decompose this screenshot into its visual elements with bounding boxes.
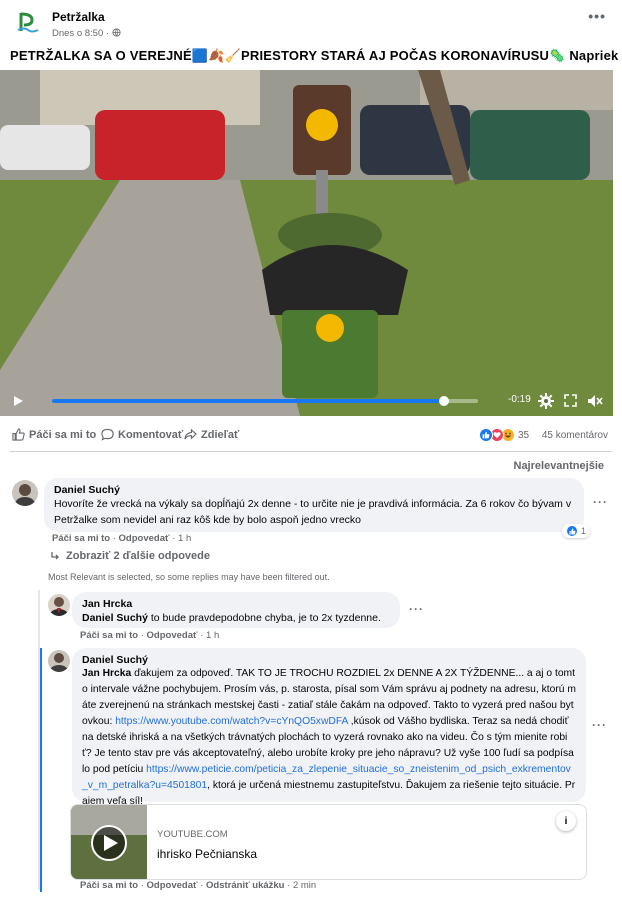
- comment-button[interactable]: Komentovať: [101, 428, 183, 441]
- share-arrow-icon: [184, 428, 197, 440]
- comment-bubble: Daniel Suchý Jan Hrcka ďakujem za odpove…: [72, 648, 586, 807]
- preview-thumbnail-image: [71, 805, 147, 879]
- avatar[interactable]: [12, 480, 38, 506]
- comment-text: Daniel Suchý to bude pravdepodobne chyba…: [82, 610, 390, 626]
- comment-age[interactable]: 2 min: [293, 880, 316, 891]
- share-label: Zdieľať: [201, 428, 240, 441]
- comment-body: to bude pravdepodobne chyba, je to 2x ty…: [147, 612, 381, 624]
- comment-options-icon[interactable]: ···: [409, 602, 424, 616]
- comment-reaction-badge[interactable]: 1: [562, 524, 591, 538]
- reaction-count[interactable]: 35: [518, 430, 529, 441]
- post-timestamp[interactable]: Dnes o 8:50 ·: [52, 28, 121, 39]
- view-more-replies-label: Zobraziť 2 ďalšie odpovede: [66, 550, 210, 562]
- comment-label: Komentovať: [118, 428, 184, 441]
- comment-age[interactable]: 1 h: [178, 533, 191, 544]
- filter-note: Most Relevant is selected, so some repli…: [48, 572, 330, 582]
- avatar-photo: [50, 653, 68, 672]
- video-progress-fill: [52, 399, 444, 403]
- page-logo-icon[interactable]: [14, 8, 42, 36]
- comment-options-icon[interactable]: ···: [592, 718, 607, 732]
- share-button[interactable]: Zdieľať: [184, 428, 239, 441]
- video-time-remaining: -0:19: [508, 394, 531, 405]
- play-icon[interactable]: [12, 395, 24, 407]
- video-frame: [0, 70, 613, 416]
- remove-preview-link[interactable]: Odstrániť ukážku: [206, 880, 284, 891]
- comment-mention[interactable]: Daniel Suchý: [82, 612, 148, 624]
- video-player[interactable]: -0:19: [0, 70, 613, 416]
- avatar[interactable]: [48, 594, 70, 616]
- comment-meta: Páči sa mi to · Odpovedať · Odstrániť uk…: [80, 880, 317, 891]
- video-progress-handle[interactable]: [438, 396, 449, 406]
- post-title: PETRŽALKA SA O VEREJNÉ🟦🍂🧹PRIESTORY STARÁ…: [10, 48, 622, 63]
- comment-meta: Páči sa mi to · Odpovedať · 1 h: [80, 630, 220, 641]
- fullscreen-icon[interactable]: [564, 394, 577, 407]
- preview-title[interactable]: ihrisko Pečnianska: [157, 847, 257, 861]
- comment-mention[interactable]: Jan Hrcka: [82, 668, 131, 679]
- globe-icon: [112, 28, 121, 37]
- comment-author[interactable]: Jan Hrcka: [82, 598, 390, 610]
- avatar[interactable]: [48, 650, 70, 672]
- volume-muted-icon[interactable]: [587, 394, 603, 408]
- video-controls: -0:19: [0, 386, 613, 416]
- preview-source: YOUTUBE.COM: [157, 829, 228, 840]
- preview-thumbnail: [71, 805, 147, 879]
- comment-reply-link[interactable]: Odpovedať: [147, 880, 198, 891]
- focus-indicator: [40, 648, 42, 892]
- thumbs-up-icon: [12, 428, 25, 441]
- video-progress-bar[interactable]: [52, 396, 478, 406]
- comment-like-link[interactable]: Páči sa mi to: [80, 880, 138, 891]
- view-more-replies[interactable]: Zobraziť 2 ďalšie odpovede: [50, 550, 210, 562]
- comment-meta: Páči sa mi to · Odpovedať · 1 h: [52, 533, 192, 544]
- comment-options-icon[interactable]: ···: [593, 495, 608, 509]
- like-label: Páči sa mi to: [29, 428, 97, 441]
- like-reaction-icon: [479, 428, 493, 442]
- comment-age[interactable]: 1 h: [206, 630, 219, 641]
- link-preview-card[interactable]: YOUTUBE.COM ihrisko Pečnianska i: [70, 804, 587, 880]
- comment-bubble: Jan Hrcka Daniel Suchý to bude pravdepod…: [72, 592, 400, 628]
- facebook-post: Petržalka Dnes o 8:50 · ••• PETRŽALKA SA…: [0, 0, 622, 903]
- post-actions: Páči sa mi to Komentovať Zdieľať 35 45 k…: [0, 424, 622, 446]
- reaction-summary[interactable]: 35: [479, 428, 529, 442]
- comment-author[interactable]: Daniel Suchý: [54, 484, 574, 496]
- comment-sort-dropdown[interactable]: Najrelevantnejšie: [514, 460, 605, 472]
- comment-like-count: 1: [581, 526, 587, 536]
- like-button[interactable]: Páči sa mi to: [12, 428, 96, 441]
- comment-text: Jan Hrcka ďakujem za odpoveď. TAK TO JE …: [82, 666, 576, 810]
- comment-like-link[interactable]: Páči sa mi to: [80, 630, 138, 641]
- privacy-separator: ·: [105, 28, 110, 39]
- comment-author[interactable]: Daniel Suchý: [82, 654, 576, 666]
- info-icon[interactable]: i: [556, 811, 576, 831]
- youtube-link[interactable]: https://www.youtube.com/watch?v=cYnQO5xw…: [115, 716, 348, 727]
- comment-bubble: Daniel Suchý Hovoríte že vrecká na výkal…: [44, 478, 584, 532]
- comment-text: Hovoríte že vrecká na výkaly sa dopĺňajú…: [54, 498, 572, 526]
- reply-arrow-icon: [51, 552, 59, 560]
- post-header: Petržalka Dnes o 8:50 · •••: [0, 0, 622, 44]
- like-reaction-icon: [566, 525, 578, 537]
- comment-count[interactable]: 45 komentárov: [542, 430, 608, 441]
- post-time[interactable]: Dnes o 8:50: [52, 28, 103, 39]
- avatar-photo: [50, 597, 68, 616]
- comment-reply-link[interactable]: Odpovedať: [119, 533, 170, 544]
- comment-bubble-icon: [101, 428, 114, 441]
- divider: [10, 451, 612, 452]
- comment-reply-link[interactable]: Odpovedať: [147, 630, 198, 641]
- avatar-photo: [15, 484, 35, 506]
- comment-like-link[interactable]: Páči sa mi to: [52, 533, 110, 544]
- page-name[interactable]: Petržalka: [52, 10, 105, 24]
- settings-gear-icon[interactable]: [538, 393, 554, 409]
- post-options-icon[interactable]: •••: [588, 8, 606, 24]
